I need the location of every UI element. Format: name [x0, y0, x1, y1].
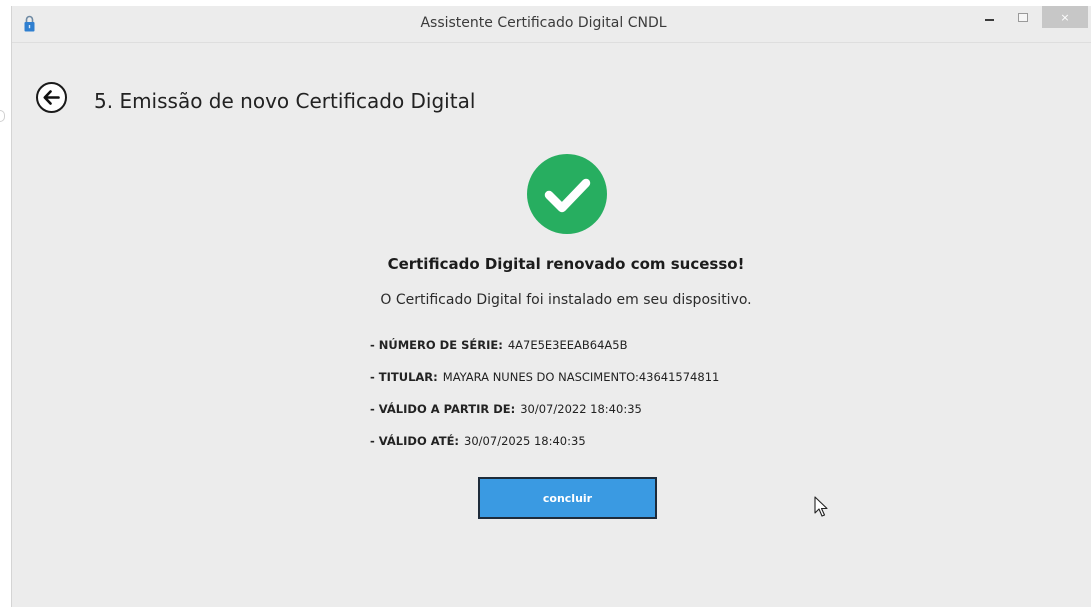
title-bar[interactable]: Assistente Certificado Digital CNDL × [12, 6, 1091, 43]
window-title: Assistente Certificado Digital CNDL [420, 15, 667, 31]
detail-value: 30/07/2022 18:40:35 [520, 402, 642, 416]
maximize-button[interactable] [1010, 6, 1036, 28]
success-message: O Certificado Digital foi instalado em s… [380, 292, 752, 308]
mouse-cursor-icon [814, 496, 828, 517]
check-circle-icon [527, 154, 607, 234]
detail-label: - VÁLIDO ATÉ: [370, 434, 460, 448]
maximize-icon [1018, 12, 1028, 22]
detail-label: - VÁLIDO A PARTIR DE: [370, 402, 516, 416]
minimize-icon [984, 19, 994, 21]
close-button[interactable]: × [1042, 6, 1088, 28]
concluir-button[interactable]: concluir [478, 477, 657, 519]
window-edge-mark [0, 110, 5, 122]
success-title: Certificado Digital renovado com sucesso… [387, 255, 745, 273]
detail-label: - TITULAR: [370, 370, 438, 384]
back-button[interactable] [36, 82, 67, 113]
detail-value: 30/07/2025 18:40:35 [464, 434, 586, 448]
detail-value: MAYARA NUNES DO NASCIMENTO:43641574811 [442, 370, 720, 384]
holder-row: - TITULAR: MAYARA NUNES DO NASCIMENTO:436… [370, 370, 719, 384]
close-icon: × [1060, 10, 1070, 24]
valid-from-row: - VÁLIDO A PARTIR DE: 30/07/2022 18:40:35 [370, 402, 642, 416]
detail-label: - NÚMERO DE SÉRIE: [370, 338, 503, 352]
detail-value: 4A7E5E3EEAB64A5B [507, 338, 628, 352]
serial-number-row: - NÚMERO DE SÉRIE: 4A7E5E3EEAB64A5B [370, 338, 627, 352]
app-window: Assistente Certificado Digital CNDL × 5.… [11, 6, 1091, 607]
minimize-button[interactable] [975, 6, 1003, 28]
valid-until-row: - VÁLIDO ATÉ: 30/07/2025 18:40:35 [370, 434, 586, 448]
step-title: 5. Emissão de novo Certificado Digital [94, 89, 476, 113]
arrow-left-icon [43, 90, 60, 105]
